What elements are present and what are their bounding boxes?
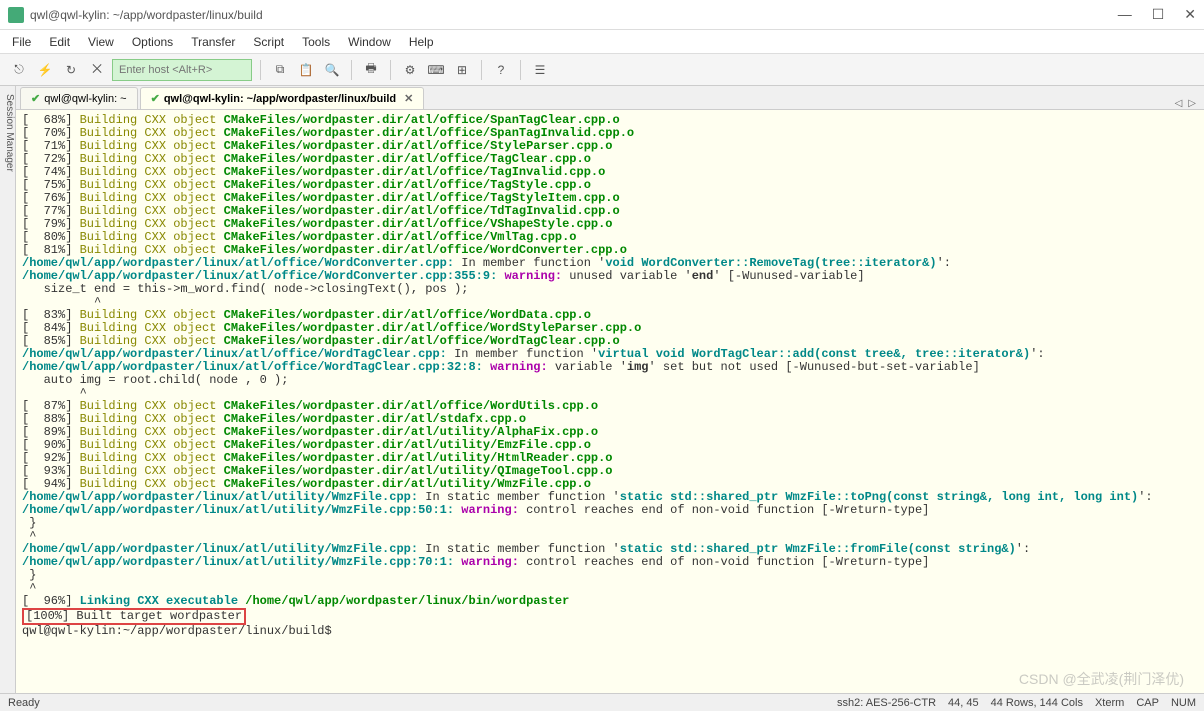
copy-icon[interactable]: ⧉	[269, 59, 291, 81]
status-connection: ssh2: AES-256-CTR	[837, 697, 936, 709]
connect-icon[interactable]: ⎋	[8, 59, 30, 81]
window-title: qwl@qwl-kylin: ~/app/wordpaster/linux/bu…	[30, 8, 263, 22]
maximize-button[interactable]: ☐	[1152, 6, 1165, 23]
menu-transfer[interactable]: Transfer	[191, 35, 235, 49]
status-num: NUM	[1171, 697, 1196, 709]
minimize-button[interactable]: —	[1118, 6, 1132, 23]
close-tab-icon[interactable]: ✕	[404, 92, 413, 105]
tab-label: qwl@qwl-kylin: ~	[44, 93, 126, 105]
menu-bar: File Edit View Options Transfer Script T…	[0, 30, 1204, 54]
terminal-output[interactable]: [ 68%] Building CXX object CMakeFiles/wo…	[16, 110, 1204, 693]
status-cap: CAP	[1136, 697, 1159, 709]
tab-session-1[interactable]: ✔ qwl@qwl-kylin: ~	[20, 87, 138, 109]
host-input[interactable]	[112, 59, 252, 81]
close-button[interactable]: ✕	[1184, 6, 1196, 23]
menu-options[interactable]: Options	[132, 35, 173, 49]
paste-icon[interactable]: 📋	[295, 59, 317, 81]
app-icon	[8, 7, 24, 23]
status-ready: Ready	[8, 697, 40, 709]
columns-icon[interactable]: ☰	[529, 59, 551, 81]
disconnect-icon[interactable]: ⨉	[86, 59, 108, 81]
status-size: 44 Rows, 144 Cols	[991, 697, 1083, 709]
grid-icon[interactable]: ⊞	[451, 59, 473, 81]
menu-script[interactable]: Script	[253, 35, 284, 49]
status-bar: Ready ssh2: AES-256-CTR 44, 45 44 Rows, …	[0, 693, 1204, 711]
tab-session-2[interactable]: ✔ qwl@qwl-kylin: ~/app/wordpaster/linux/…	[140, 87, 425, 109]
tab-next-icon[interactable]: ▷	[1188, 98, 1196, 109]
menu-file[interactable]: File	[12, 35, 31, 49]
settings-icon[interactable]: ⚙	[399, 59, 421, 81]
tab-prev-icon[interactable]: ◁	[1175, 98, 1183, 109]
check-icon: ✔	[31, 92, 40, 105]
menu-edit[interactable]: Edit	[49, 35, 70, 49]
tab-bar: ✔ qwl@qwl-kylin: ~ ✔ qwl@qwl-kylin: ~/ap…	[16, 86, 1204, 110]
help-icon[interactable]: ?	[490, 59, 512, 81]
reconnect-icon[interactable]: ↻	[60, 59, 82, 81]
print-icon[interactable]: 🖶	[360, 59, 382, 81]
session-manager-panel[interactable]: Session Manager	[0, 86, 16, 693]
toolbar: ⎋ ⚡ ↻ ⨉ ⧉ 📋 🔍 🖶 ⚙ ⌨ ⊞ ? ☰	[0, 54, 1204, 86]
keyboard-icon[interactable]: ⌨	[425, 59, 447, 81]
quick-connect-icon[interactable]: ⚡	[34, 59, 56, 81]
find-icon[interactable]: 🔍	[321, 59, 343, 81]
check-icon: ✔	[151, 92, 160, 105]
tab-label: qwl@qwl-kylin: ~/app/wordpaster/linux/bu…	[164, 93, 396, 105]
menu-window[interactable]: Window	[348, 35, 391, 49]
status-term: Xterm	[1095, 697, 1124, 709]
title-bar: qwl@qwl-kylin: ~/app/wordpaster/linux/bu…	[0, 0, 1204, 30]
menu-tools[interactable]: Tools	[302, 35, 330, 49]
status-position: 44, 45	[948, 697, 979, 709]
menu-help[interactable]: Help	[409, 35, 434, 49]
menu-view[interactable]: View	[88, 35, 114, 49]
